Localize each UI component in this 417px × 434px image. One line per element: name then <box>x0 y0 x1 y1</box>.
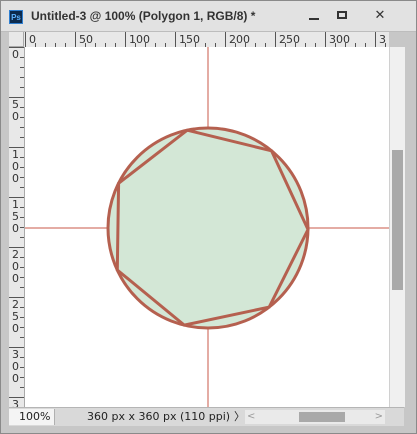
vertical-scrollbar[interactable] <box>389 47 405 407</box>
ruler-label-350: 3 <box>379 33 386 46</box>
vertical-ruler-digit: 0 <box>12 360 19 373</box>
vertical-ruler-digit: 3 <box>12 398 19 407</box>
maximize-button[interactable] <box>327 4 357 26</box>
vertical-ruler-digit: 0 <box>12 272 19 285</box>
vertical-ruler[interactable]: 0501001502002503003 <box>9 47 25 407</box>
vertical-ruler-digit: 0 <box>12 260 19 273</box>
vertical-ruler-digit: 0 <box>12 222 19 235</box>
ruler-origin[interactable] <box>9 32 24 47</box>
vertical-scroll-thumb[interactable] <box>392 150 403 290</box>
document-info: 360 px x 360 px (110 ppi) <box>87 410 231 423</box>
ruler-label-150: 150 <box>179 33 200 46</box>
photoshop-icon: Ps <box>9 10 23 24</box>
vertical-ruler-digit: 0 <box>12 160 19 173</box>
ruler-label-100: 100 <box>129 33 150 46</box>
vertical-ruler-digit: 0 <box>12 110 19 123</box>
ruler-label-250: 250 <box>279 33 300 46</box>
title-bar[interactable]: Ps Untitled-3 @ 100% (Polygon 1, RGB/8) … <box>1 1 416 32</box>
ruler-label-300: 300 <box>329 33 350 46</box>
scroll-left-icon[interactable]: < <box>247 410 255 424</box>
zoom-level-field[interactable]: 100% <box>9 409 55 425</box>
scroll-right-icon[interactable]: > <box>375 410 383 424</box>
vertical-ruler-digit: 1 <box>12 198 19 211</box>
vertical-ruler-digit: 3 <box>12 348 19 361</box>
status-bar: 100% 360 px x 360 px (110 ppi) 〉 < > <box>9 407 404 426</box>
ruler-label-50: 50 <box>79 33 93 46</box>
ruler-label-200: 200 <box>229 33 250 46</box>
minimize-icon <box>309 18 319 20</box>
ruler-label-0: 0 <box>29 33 36 46</box>
vertical-ruler-digit: 5 <box>12 98 19 111</box>
vertical-ruler-digit: 1 <box>12 148 19 161</box>
vertical-ruler-digit: 2 <box>12 298 19 311</box>
info-menu-arrow-icon[interactable]: 〉 <box>234 409 245 425</box>
vertical-ruler-digit: 0 <box>12 322 19 335</box>
horizontal-scroll-thumb[interactable] <box>299 412 345 422</box>
canvas-artwork <box>25 47 389 407</box>
vertical-ruler-digit: 5 <box>12 310 19 323</box>
vertical-ruler-digit: 5 <box>12 210 19 223</box>
minimize-button[interactable] <box>299 4 329 26</box>
maximize-icon <box>337 11 347 19</box>
horizontal-scrollbar[interactable]: < > <box>245 410 385 424</box>
document-canvas[interactable] <box>25 47 389 407</box>
vertical-ruler-digit: 2 <box>12 248 19 261</box>
close-button[interactable]: ✕ <box>361 4 399 26</box>
circle-shape[interactable] <box>106 126 310 330</box>
document-window: Ps Untitled-3 @ 100% (Polygon 1, RGB/8) … <box>0 0 417 434</box>
horizontal-ruler[interactable]: 0 50 100 150 200 250 300 3 <box>9 32 389 48</box>
document-title: Untitled-3 @ 100% (Polygon 1, RGB/8) * <box>31 9 256 23</box>
vertical-ruler-digit: 0 <box>12 372 19 385</box>
close-icon: ✕ <box>374 7 386 23</box>
vertical-ruler-digit: 0 <box>12 48 19 61</box>
vertical-ruler-digit: 0 <box>12 172 19 185</box>
